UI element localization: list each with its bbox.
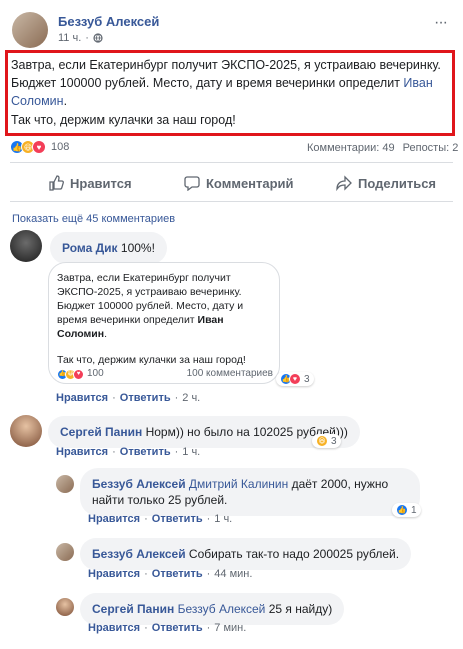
reply-like-link[interactable]: Нравится — [88, 622, 140, 634]
post-text-line2: Так что, держим кулачки за наш город! — [11, 113, 236, 127]
reply-reply-link[interactable]: Ответить — [152, 622, 203, 634]
love-reaction-icon: ♥ — [73, 368, 84, 380]
reply-time[interactable]: 7 мин. — [214, 622, 246, 634]
comment-react-count: 3 — [331, 435, 337, 447]
like-label: Нравится — [70, 175, 132, 191]
author-avatar[interactable] — [12, 12, 48, 48]
dot-separator: · — [174, 446, 179, 458]
reply-bubble: Беззуб Алексей Дмитрий Калинин даёт 2000… — [80, 468, 420, 516]
comment-attached-image[interactable]: Завтра, если Екатеринбург получит ЭКСПО-… — [48, 262, 280, 384]
dot-separator: · — [112, 392, 116, 404]
comment-reply-link[interactable]: Ответить — [120, 392, 171, 404]
reply-like-link[interactable]: Нравится — [88, 513, 140, 525]
reply-author[interactable]: Сергей Панин — [92, 602, 174, 616]
dot-separator: · — [85, 32, 89, 44]
reply-time[interactable]: 44 мин. — [214, 568, 252, 580]
like-button[interactable]: Нравится — [48, 175, 132, 191]
reply-time[interactable]: 1 ч. — [214, 513, 232, 525]
reply-actions: Нравится · Ответить · 44 мин. — [88, 568, 252, 580]
embed-comments-count: 100 комментариев — [186, 368, 273, 379]
share-icon — [336, 175, 352, 191]
comment-label: Комментарий — [206, 175, 294, 191]
globe-icon — [93, 33, 103, 43]
reply-like-link[interactable]: Нравится — [88, 568, 140, 580]
reply-bubble: Сергей Панин Беззуб Алексей 25 я найду) — [80, 593, 345, 625]
reply-mention[interactable]: Беззуб Алексей — [178, 602, 266, 616]
embed-text: Завтра, если Екатеринбург получит ЭКСПО-… — [57, 271, 271, 341]
embed-reaction-count: 100 — [87, 368, 104, 379]
comment-reply-link[interactable]: Ответить — [120, 446, 171, 458]
comment-like-link[interactable]: Нравится — [56, 392, 108, 404]
reply-avatar[interactable] — [56, 475, 74, 493]
reposts-count[interactable]: Репосты: 2 — [403, 142, 459, 154]
comment-author[interactable]: Рома Дик — [62, 241, 118, 255]
haha-reaction-icon: 😆 — [316, 435, 328, 447]
comments-count[interactable]: Комментарии: 49 — [307, 142, 395, 154]
share-button[interactable]: Поделиться — [336, 175, 436, 191]
embed-footer: 👍 😆 ♥ 100 100 комментариев — [57, 367, 273, 381]
comment-actions: Нравится · Ответить · 2 ч. — [56, 392, 200, 404]
dot-separator: · — [206, 568, 211, 580]
reply-reply-link[interactable]: Ответить — [152, 568, 203, 580]
comment-actions: Нравится · Ответить · 1 ч. — [56, 446, 200, 458]
love-reaction-icon: ♥ — [32, 140, 46, 154]
reply-actions: Нравится · Ответить · 1 ч. — [88, 513, 232, 525]
post-stats[interactable]: Комментарии: 49 Репосты: 2 — [307, 142, 458, 154]
dot-separator: · — [144, 513, 148, 525]
embed-reactions: 👍 😆 ♥ 100 — [57, 367, 104, 381]
reply-author[interactable]: Беззуб Алексей — [92, 547, 186, 561]
embed-text-b: . — [104, 328, 108, 340]
reply-avatar[interactable] — [56, 598, 74, 616]
show-more-comments[interactable]: Показать ещё 45 комментариев — [12, 213, 175, 225]
comment-button[interactable]: Комментарий — [184, 175, 294, 191]
comment-reactions[interactable]: 😆 3 — [312, 434, 341, 448]
reply-bubble: Беззуб Алексей Собирать так-то надо 2000… — [80, 538, 412, 570]
reply-avatar[interactable] — [56, 543, 74, 561]
commenter-avatar[interactable] — [10, 415, 42, 447]
more-options-icon[interactable]: ··· — [434, 14, 448, 32]
post-text-end: . — [63, 94, 68, 108]
comment-time[interactable]: 2 ч. — [182, 392, 200, 404]
divider — [10, 201, 453, 202]
comment-text: 100%! — [120, 241, 155, 255]
dot-separator: · — [206, 513, 211, 525]
reply-mention[interactable]: Дмитрий Калинин — [189, 477, 288, 491]
reply-actions: Нравится · Ответить · 7 мин. — [88, 622, 246, 634]
reply-text: Собирать так-то надо 200025 рублей. — [188, 547, 400, 561]
embed-text-c: Так что, держим кулачки за наш город! — [57, 354, 246, 366]
dot-separator: · — [174, 392, 179, 404]
comment-time[interactable]: 1 ч. — [182, 446, 200, 458]
dot-separator: · — [144, 622, 148, 634]
comment-react-count: 3 — [304, 373, 310, 385]
post-time[interactable]: 11 ч. · — [58, 32, 103, 44]
comment-reactions[interactable]: 👍 ♥ 3 — [276, 372, 314, 386]
dot-separator: · — [144, 568, 148, 580]
post-time-label: 11 ч. — [58, 32, 82, 44]
comment-like-link[interactable]: Нравится — [56, 446, 108, 458]
comment-author[interactable]: Сергей Панин — [60, 425, 142, 439]
love-reaction-icon: ♥ — [289, 373, 301, 385]
dot-separator: · — [112, 446, 116, 458]
reply-reply-link[interactable]: Ответить — [152, 513, 203, 525]
post-reactions[interactable]: 👍 😆 ♥ 108 — [10, 140, 69, 154]
comment-icon — [184, 176, 200, 191]
like-reaction-icon: 👍 — [396, 504, 408, 516]
comment-bubble: Рома Дик 100%! — [50, 232, 167, 264]
dot-separator: · — [206, 622, 211, 634]
divider — [10, 162, 453, 163]
share-label: Поделиться — [358, 175, 437, 191]
post-author[interactable]: Беззуб Алексей — [58, 14, 159, 29]
commenter-avatar[interactable] — [10, 230, 42, 262]
post-text: Завтра, если Екатеринбург получит ЭКСПО-… — [11, 56, 451, 110]
thumbs-up-icon — [49, 175, 64, 191]
reaction-count: 108 — [51, 141, 70, 153]
reply-react-count: 1 — [411, 504, 417, 516]
reply-text: 25 я найду) — [265, 602, 333, 616]
reply-author[interactable]: Беззуб Алексей — [92, 477, 186, 491]
post-text-line1: Завтра, если Екатеринбург получит ЭКСПО-… — [11, 58, 441, 90]
reply-reactions[interactable]: 👍 1 — [392, 503, 421, 517]
